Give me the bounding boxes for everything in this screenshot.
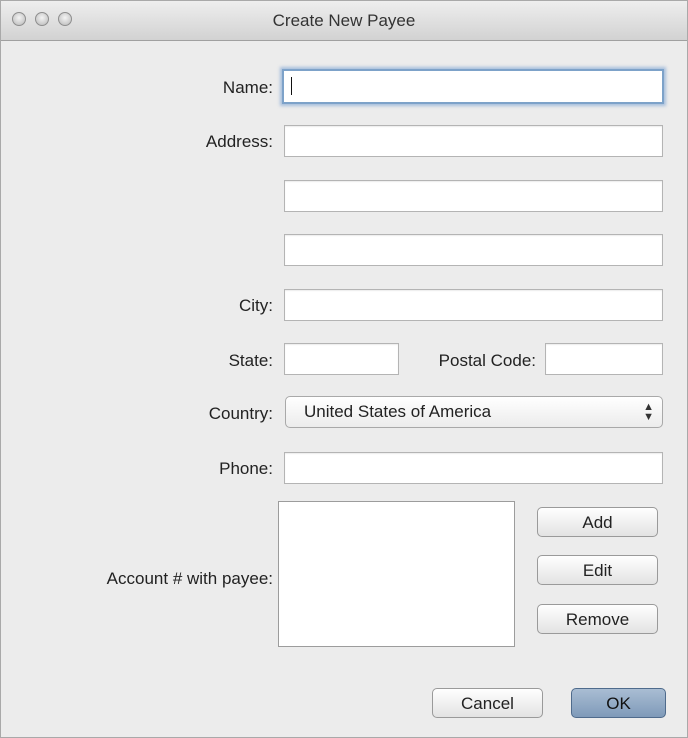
cancel-button[interactable]: Cancel: [432, 688, 543, 718]
name-label: Name:: [222, 78, 273, 97]
updown-chevron-icon: ▲ ▼: [643, 401, 654, 423]
title-bar[interactable]: Create New Payee: [1, 1, 687, 41]
ok-button[interactable]: OK: [571, 688, 666, 718]
city-field[interactable]: [284, 289, 663, 321]
country-selected-value: United States of America: [304, 402, 492, 421]
postal-code-field[interactable]: [545, 343, 663, 375]
add-account-button[interactable]: Add: [537, 507, 658, 537]
name-field[interactable]: [282, 69, 664, 104]
state-label: State:: [228, 351, 273, 370]
window-title: Create New Payee: [272, 11, 416, 30]
address-line2-field[interactable]: [284, 180, 663, 212]
country-label: Country:: [208, 404, 273, 423]
address-line3-field[interactable]: [284, 234, 663, 266]
remove-account-button[interactable]: Remove: [537, 604, 658, 634]
address-line1-field[interactable]: [284, 125, 663, 157]
address-label: Address:: [205, 132, 273, 151]
postal-code-label: Postal Code:: [438, 351, 536, 370]
create-payee-dialog: Create New Payee Name: Address: City: St…: [0, 0, 688, 738]
edit-account-button[interactable]: Edit: [537, 555, 658, 585]
account-number-list[interactable]: [278, 501, 515, 647]
city-label: City:: [239, 296, 273, 315]
state-field[interactable]: [284, 343, 399, 375]
account-number-label: Account # with payee:: [106, 569, 273, 588]
phone-label: Phone:: [219, 459, 273, 478]
text-caret: [291, 77, 292, 95]
country-select[interactable]: United States of America ▲ ▼: [285, 396, 663, 428]
phone-field[interactable]: [284, 452, 663, 484]
